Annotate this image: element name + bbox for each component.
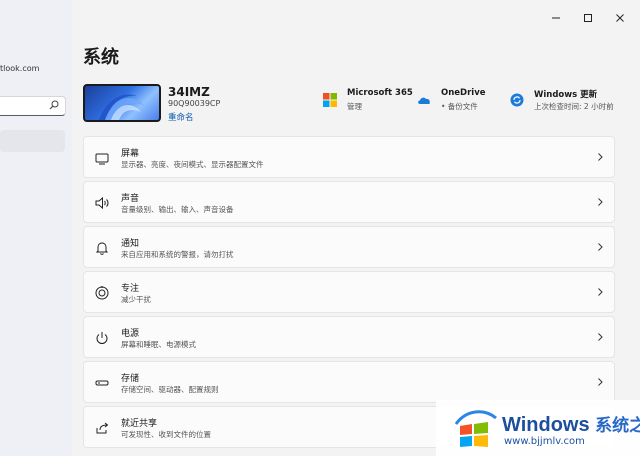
speaker-icon <box>95 196 109 210</box>
setting-subtitle: 来自应用和系统的警报，请勿打扰 <box>121 250 234 259</box>
setting-title: 存储 <box>121 374 140 384</box>
watermark-title: Windows 系统之家 <box>502 411 640 437</box>
chevron-right-icon <box>598 333 603 341</box>
watermark: Windows 系统之家 www.bjjmlv.com <box>436 400 640 456</box>
minimize-icon <box>552 17 560 19</box>
quick-title: Windows 更新 <box>534 90 598 100</box>
storage-icon <box>95 380 109 386</box>
maximize-button[interactable] <box>580 10 596 26</box>
setting-title: 就近共享 <box>121 419 158 429</box>
close-button[interactable] <box>612 10 628 26</box>
chevron-right-icon <box>598 243 603 251</box>
windows-logo-icon <box>454 410 497 447</box>
display-icon <box>95 153 109 165</box>
power-icon <box>96 332 108 344</box>
setting-title: 通知 <box>121 239 140 249</box>
setting-title: 声音 <box>121 194 140 204</box>
bloom-wallpaper-icon <box>99 94 145 120</box>
setting-title: 屏幕 <box>121 149 140 159</box>
setting-subtitle: 存储空间、驱动器、配置规则 <box>121 385 219 394</box>
device-model: 90Q90039CP <box>168 99 221 108</box>
quick-title: OneDrive <box>441 88 486 98</box>
setting-subtitle: 显示器、亮度、夜间模式、显示器配置文件 <box>121 160 264 169</box>
rename-link[interactable]: 重命名 <box>168 111 194 123</box>
watermark-url: www.bjjmlv.com <box>504 436 585 447</box>
chevron-right-icon <box>598 378 603 386</box>
close-icon <box>616 14 624 22</box>
minimize-button[interactable] <box>548 10 564 26</box>
setting-title: 电源 <box>121 329 140 339</box>
setting-power[interactable]: 电源 屏幕和睡眠、电源模式 <box>83 316 615 358</box>
quick-subtitle: 管理 <box>347 102 362 111</box>
watermark-title-en: Windows <box>502 414 590 436</box>
chevron-right-icon <box>598 153 603 161</box>
focus-icon <box>95 286 109 300</box>
search-input[interactable] <box>0 96 66 116</box>
setting-subtitle: 屏幕和睡眠、电源模式 <box>121 340 196 349</box>
bell-icon <box>95 242 109 255</box>
account-email: tlook.com <box>0 64 40 73</box>
quick-subtitle: 上次检查时间: 2 小时前 <box>534 102 614 111</box>
setting-subtitle: 减少干扰 <box>121 295 151 304</box>
device-wallpaper-thumbnail <box>83 84 161 122</box>
page-title: 系统 <box>83 47 119 68</box>
setting-subtitle: 可发现性、收到文件的位置 <box>121 430 211 439</box>
onedrive-cloud-icon <box>418 97 430 104</box>
setting-sound[interactable]: 声音 音量级别、输出、输入、声音设备 <box>83 181 615 223</box>
quick-title: Microsoft 365 <box>347 88 413 98</box>
quick-subtitle: • 备份文件 <box>441 102 478 111</box>
watermark-title-cn: 系统之家 <box>595 416 640 435</box>
device-name: 34IMZ <box>168 85 210 99</box>
windows-update-icon <box>510 93 524 107</box>
sidebar-item-system[interactable] <box>0 130 65 152</box>
setting-focus[interactable]: 专注 减少干扰 <box>83 271 615 313</box>
settings-window: tlook.com 系统 34IMZ 90Q90039CP 重命名 Micros… <box>0 0 640 456</box>
share-icon <box>96 422 109 434</box>
microsoft-365-icon <box>323 93 337 107</box>
search-icon <box>49 100 59 110</box>
chevron-right-icon <box>598 288 603 296</box>
chevron-right-icon <box>598 198 603 206</box>
setting-notifications[interactable]: 通知 来自应用和系统的警报，请勿打扰 <box>83 226 615 268</box>
sidebar: tlook.com <box>0 0 72 456</box>
setting-storage[interactable]: 存储 存储空间、驱动器、配置规则 <box>83 361 615 403</box>
setting-subtitle: 音量级别、输出、输入、声音设备 <box>121 205 234 214</box>
setting-display[interactable]: 屏幕 显示器、亮度、夜间模式、显示器配置文件 <box>83 136 615 178</box>
setting-title: 专注 <box>121 284 140 294</box>
maximize-icon <box>584 14 592 22</box>
